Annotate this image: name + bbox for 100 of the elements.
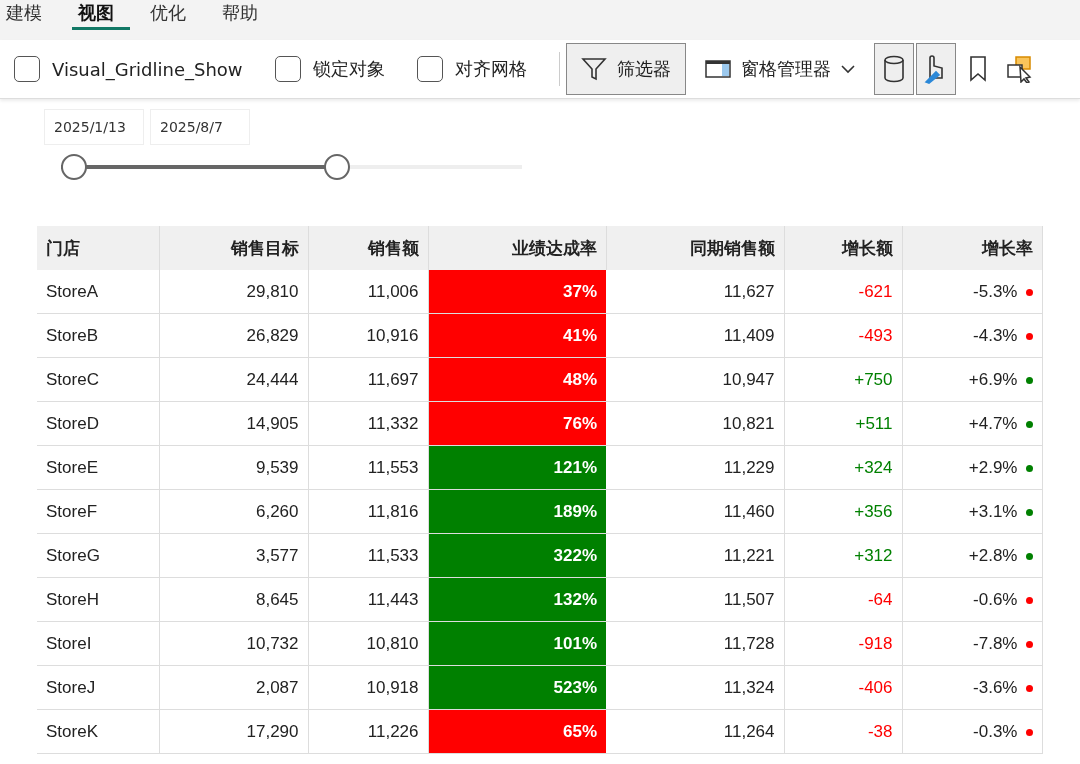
growth-rate-text: -5.3% (973, 281, 1018, 301)
growth-rate-text: -7.8% (973, 633, 1018, 653)
table-cell: -493 (784, 313, 902, 358)
rate-cell: 76% (428, 401, 606, 446)
growth-rate-text: -0.6% (973, 589, 1018, 609)
table-cell: 11,221 (606, 533, 784, 578)
rate-cell: 121% (428, 445, 606, 490)
rate-cell: 132% (428, 577, 606, 622)
table-cell: 10,947 (606, 357, 784, 402)
menu-tab[interactable]: 视图 (72, 0, 130, 30)
column-header[interactable]: 销售目标 (159, 226, 308, 270)
table-cell: +511 (784, 401, 902, 446)
table-cell: StoreH (37, 577, 159, 622)
column-header[interactable]: 门店 (37, 226, 159, 270)
table-cell: 11,460 (606, 489, 784, 534)
filter-button[interactable]: 筛选器 (565, 43, 686, 95)
cylinder-icon (882, 55, 905, 83)
end-date-field[interactable]: 2025/8/7 (150, 109, 250, 145)
table-cell: -918 (784, 621, 902, 666)
table-cell: 11,332 (308, 401, 428, 446)
table-cell: 11,533 (308, 533, 428, 578)
toolbar-icon-button[interactable] (873, 43, 914, 95)
pane-icon (704, 59, 731, 79)
menu-tab[interactable]: 优化 (144, 0, 202, 30)
toolbar-icon-button[interactable] (915, 43, 956, 95)
table-cell: -621 (784, 270, 902, 314)
table-cell: -38 (784, 709, 902, 754)
chevron-down-icon (840, 64, 855, 74)
table-cell: 10,732 (159, 621, 308, 666)
table-cell: 11,264 (606, 709, 784, 754)
rate-cell: 48% (428, 357, 606, 402)
table-cell: StoreI (37, 621, 159, 666)
growth-rate-text: -3.6% (973, 677, 1018, 697)
rate-cell: 189% (428, 489, 606, 534)
column-header[interactable]: 增长率 (902, 226, 1042, 270)
checkbox-label: 锁定对象 (312, 57, 385, 81)
table-cell: 29,810 (159, 270, 308, 314)
table-cell: -406 (784, 665, 902, 710)
growth-rate-text: +2.8% (968, 545, 1018, 565)
growth-rate-text: -0.3% (973, 721, 1018, 741)
checkbox[interactable] (416, 56, 443, 82)
column-header[interactable]: 销售额 (308, 226, 428, 270)
rate-cell: 101% (428, 621, 606, 666)
table-cell: 11,627 (606, 270, 784, 314)
growth-rate-text: +4.7% (968, 413, 1018, 433)
table-cell: 3,577 (159, 533, 308, 578)
table-cell: 24,444 (159, 357, 308, 402)
table-cell: 8,645 (159, 577, 308, 622)
table-cell: StoreC (37, 357, 159, 402)
menu-tab[interactable]: 帮助 (216, 0, 274, 30)
table-cell: 11,728 (606, 621, 784, 666)
table-cell: StoreK (37, 709, 159, 754)
table-cell: 6,260 (159, 489, 308, 534)
growth-rate-text: +6.9% (968, 369, 1018, 389)
table-cell: 10,918 (308, 665, 428, 710)
table-cell: 11,443 (308, 577, 428, 622)
filter-icon (580, 56, 607, 82)
table-cell: 10,810 (308, 621, 428, 666)
table-cell: 10,821 (606, 401, 784, 446)
rate-cell: 322% (428, 533, 606, 578)
table-cell: 14,905 (159, 401, 308, 446)
column-header[interactable]: 增长额 (784, 226, 902, 270)
table-cell: +312 (784, 533, 902, 578)
bookmark-icon (968, 56, 987, 82)
checkbox[interactable] (14, 56, 40, 82)
checkbox-label: 对齐网格 (454, 57, 527, 81)
table-cell: 11,006 (308, 270, 428, 314)
growth-rate-text: -4.3% (973, 325, 1018, 345)
table-cell: StoreE (37, 445, 159, 490)
table-cell: 2,087 (159, 665, 308, 710)
rate-cell: 65% (428, 709, 606, 754)
rate-cell: 41% (428, 313, 606, 358)
table-cell: +356 (784, 489, 902, 534)
table-cell: StoreG (37, 533, 159, 578)
growth-rate-text: +3.1% (968, 501, 1018, 521)
table-cell: 11,229 (606, 445, 784, 490)
growth-rate-text: +2.9% (968, 457, 1018, 477)
start-date-field[interactable]: 2025/1/13 (44, 109, 144, 145)
table-cell: +324 (784, 445, 902, 490)
table-cell: 10,916 (308, 313, 428, 358)
table-cell: 11,697 (308, 357, 428, 402)
table-cell: StoreJ (37, 665, 159, 710)
table-cell: 17,290 (159, 709, 308, 754)
table-cell: 11,324 (606, 665, 784, 710)
checkbox[interactable] (274, 56, 301, 82)
checkbox-label: Visual_Gridline_Show (52, 58, 243, 80)
rate-cell: 37% (428, 270, 606, 314)
table-cell: -64 (784, 577, 902, 622)
table-cell: StoreB (37, 313, 159, 358)
column-header[interactable]: 业绩达成率 (428, 226, 606, 270)
table-cell: StoreF (37, 489, 159, 534)
menu-tab[interactable]: 建模 (0, 0, 58, 30)
table-cell: StoreD (37, 401, 159, 446)
table-cell: 11,553 (308, 445, 428, 490)
table-cell: 9,539 (159, 445, 308, 490)
column-header[interactable]: 同期销售额 (606, 226, 784, 270)
table-cell: StoreA (37, 270, 159, 314)
rate-cell: 523% (428, 665, 606, 710)
table-cell: 11,226 (308, 709, 428, 754)
table-cell: 26,829 (159, 313, 308, 358)
